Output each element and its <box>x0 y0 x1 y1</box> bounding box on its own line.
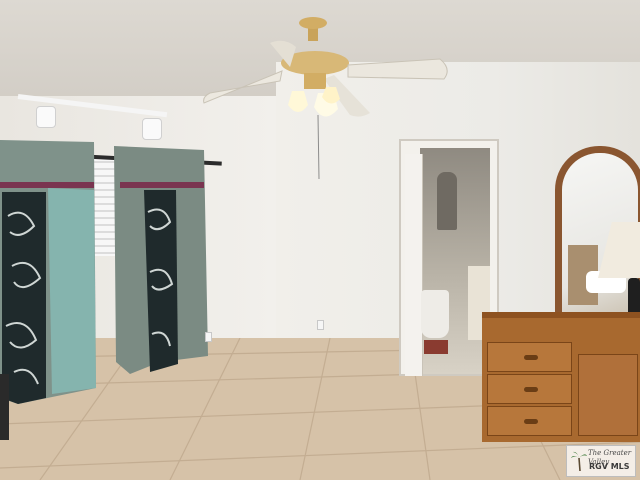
wall-outlet <box>205 332 212 342</box>
dresser-drawer[interactable] <box>487 406 572 436</box>
open-door[interactable] <box>405 154 423 376</box>
bedroom-photo: The Greater Valley RGV MLS <box>0 0 640 480</box>
ceiling-fan[interactable] <box>200 15 455 185</box>
dresser-drawer[interactable] <box>487 374 572 404</box>
drawer-pull-icon <box>524 419 538 424</box>
left-curtain-panel <box>0 140 96 404</box>
toilet <box>421 290 449 338</box>
palm-tree-icon <box>571 451 587 472</box>
wall-outlet <box>317 320 324 330</box>
dresser-cabinet-door[interactable] <box>578 354 638 436</box>
wooden-dresser <box>482 312 640 442</box>
track-spotlight <box>142 118 162 140</box>
track-spotlight <box>36 106 56 128</box>
bath-rug <box>424 340 448 354</box>
watermark-org-text: RGV MLS <box>589 462 630 471</box>
drawer-pull-icon <box>524 387 538 392</box>
dresser-drawer[interactable] <box>487 342 572 372</box>
drawer-pull-icon <box>524 355 538 360</box>
chair-edge <box>0 374 9 440</box>
right-curtain-panel <box>114 146 208 374</box>
mls-watermark: The Greater Valley RGV MLS <box>566 445 636 477</box>
